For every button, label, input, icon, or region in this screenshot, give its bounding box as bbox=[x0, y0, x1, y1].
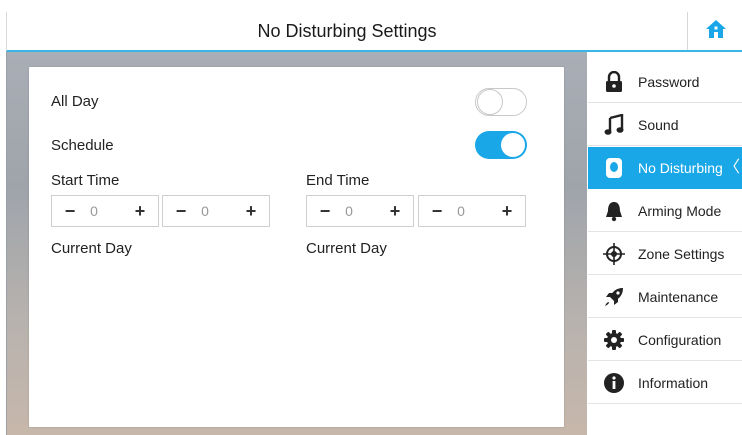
end-hour-increment-button[interactable]: + bbox=[383, 196, 407, 226]
end-minute-decrement-button[interactable]: − bbox=[425, 196, 449, 226]
start-minute-decrement-button[interactable]: − bbox=[169, 196, 193, 226]
end-minute-value[interactable]: 0 bbox=[449, 196, 473, 226]
sidebar-item-label: Sound bbox=[638, 117, 679, 133]
start-minute-value[interactable]: 0 bbox=[193, 196, 217, 226]
all-day-label: All Day bbox=[51, 93, 99, 110]
start-hour-increment-button[interactable]: + bbox=[128, 196, 152, 226]
rocket-icon bbox=[602, 285, 626, 309]
music-note-icon bbox=[602, 113, 626, 137]
sidebar-item-label: Zone Settings bbox=[638, 246, 725, 262]
end-hour-decrement-button[interactable]: − bbox=[313, 196, 337, 226]
start-minute-stepper: − 0 + bbox=[162, 195, 270, 227]
end-hour-stepper: − 0 + bbox=[306, 195, 414, 227]
settings-sidebar: Password Sound No Disturbing 〈 Arming Mo… bbox=[588, 52, 742, 435]
sidebar-item-label: Configuration bbox=[638, 332, 722, 348]
end-time-label: End Time bbox=[306, 172, 370, 189]
start-hour-stepper: − 0 + bbox=[51, 195, 159, 227]
sidebar-item-label: Information bbox=[638, 375, 709, 391]
sidebar-item-label: Password bbox=[638, 74, 700, 90]
sidebar-item-maintenance[interactable]: Maintenance bbox=[588, 276, 742, 318]
bell-icon bbox=[602, 199, 626, 223]
sidebar-item-no-disturbing[interactable]: No Disturbing 〈 bbox=[588, 147, 742, 189]
sidebar-item-zone-settings[interactable]: Zone Settings bbox=[588, 233, 742, 275]
start-hour-decrement-button[interactable]: − bbox=[58, 196, 82, 226]
start-hour-value[interactable]: 0 bbox=[82, 196, 106, 226]
home-icon bbox=[704, 18, 728, 45]
lock-icon bbox=[602, 70, 626, 94]
sidebar-item-label: Arming Mode bbox=[638, 203, 722, 219]
home-button[interactable] bbox=[687, 12, 742, 50]
start-minute-increment-button[interactable]: + bbox=[239, 196, 263, 226]
sidebar-item-label: Maintenance bbox=[638, 289, 719, 305]
settings-card: All Day Schedule Start Time End Time − 0… bbox=[29, 67, 564, 427]
end-minute-increment-button[interactable]: + bbox=[495, 196, 519, 226]
toggle-knob bbox=[477, 89, 503, 115]
sidebar-item-password[interactable]: Password bbox=[588, 61, 742, 103]
end-minute-stepper: − 0 + bbox=[418, 195, 526, 227]
sidebar-item-information[interactable]: Information bbox=[588, 362, 742, 404]
sidebar-item-label: No Disturbing bbox=[638, 160, 723, 176]
end-hour-value[interactable]: 0 bbox=[337, 196, 361, 226]
sidebar-item-sound[interactable]: Sound bbox=[588, 104, 742, 146]
sidebar-item-arming-mode[interactable]: Arming Mode bbox=[588, 190, 742, 232]
start-day-label: Current Day bbox=[51, 240, 132, 257]
end-day-label: Current Day bbox=[306, 240, 387, 257]
gear-icon bbox=[602, 328, 626, 352]
sidebar-item-configuration[interactable]: Configuration bbox=[588, 319, 742, 361]
zone-target-icon bbox=[602, 242, 626, 266]
toggle-knob bbox=[500, 132, 526, 158]
header-bar: No Disturbing Settings bbox=[6, 12, 742, 52]
all-day-toggle[interactable] bbox=[475, 88, 527, 116]
do-not-disturb-icon bbox=[602, 156, 626, 180]
page-title: No Disturbing Settings bbox=[257, 21, 437, 41]
schedule-label: Schedule bbox=[51, 137, 114, 154]
schedule-toggle[interactable] bbox=[475, 131, 527, 159]
start-time-label: Start Time bbox=[51, 172, 120, 189]
active-marker: 〈 bbox=[723, 159, 740, 176]
info-icon bbox=[602, 371, 626, 395]
content-background: All Day Schedule Start Time End Time − 0… bbox=[6, 52, 587, 435]
